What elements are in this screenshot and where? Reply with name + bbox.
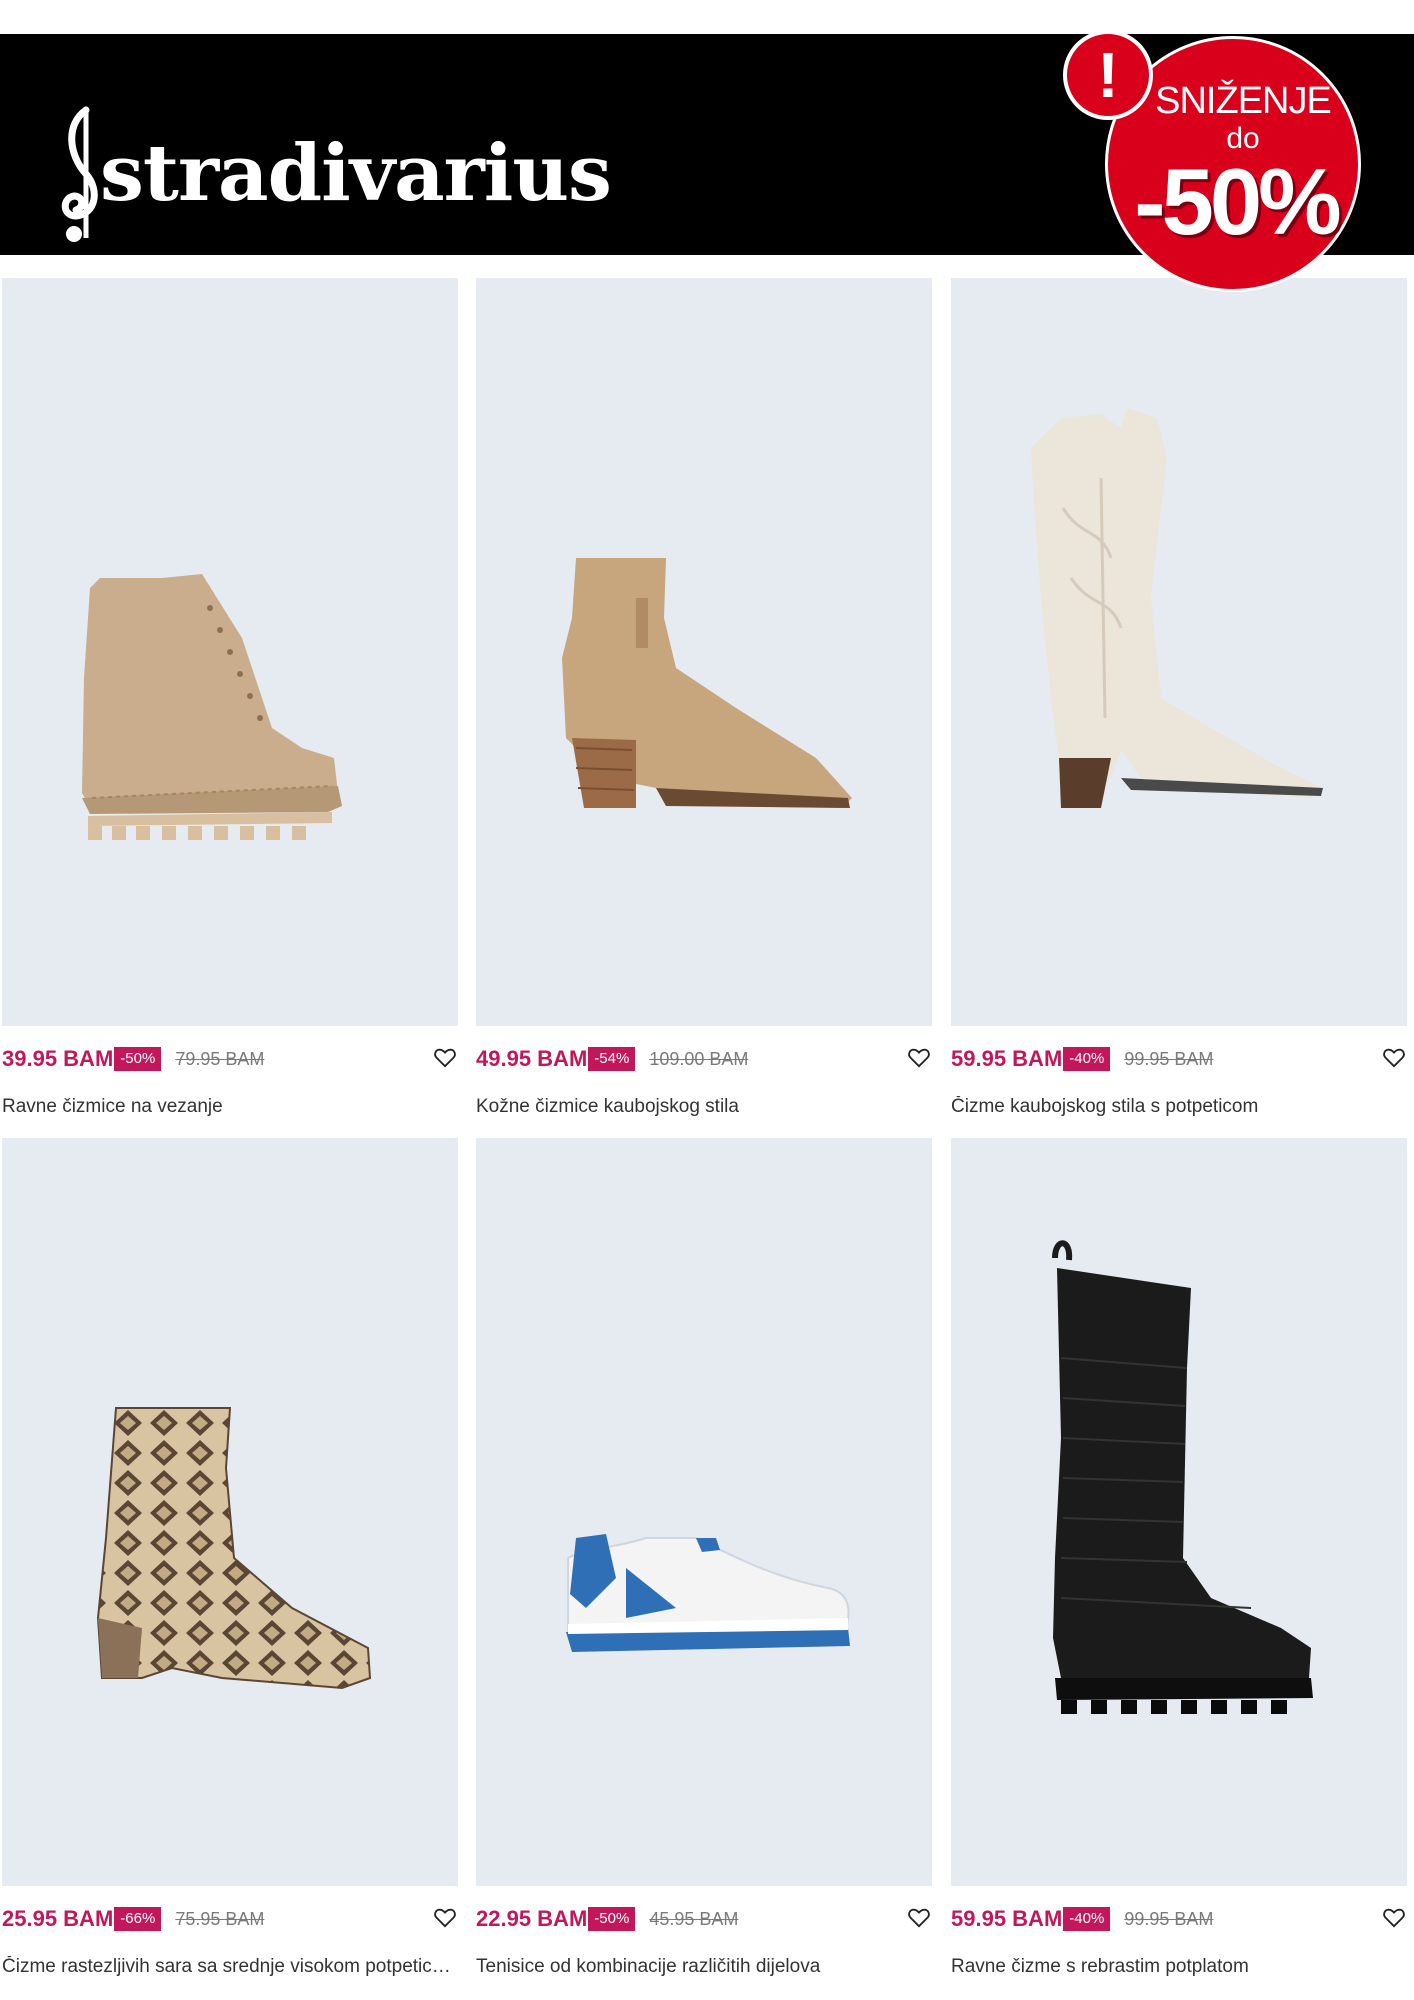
price-row: 25.95 BAM -66% 75.95 BAM — [2, 1904, 458, 1934]
old-price: 79.95 BAM — [175, 1048, 265, 1069]
heart-icon[interactable] — [434, 1048, 456, 1068]
product-name[interactable]: Čizme rastezljivih sara sa srednje visok… — [2, 1956, 458, 1978]
black-croc-knee-boot-icon — [1052, 1240, 1313, 1714]
sale-price: 59.95 BAM — [951, 1906, 1063, 1931]
product-name[interactable]: Kožne čizmice kaubojskog stila — [476, 1096, 932, 1118]
heart-icon[interactable] — [434, 1908, 456, 1928]
old-price: 45.95 BAM — [649, 1908, 739, 1929]
product-name[interactable]: Tenisice od kombinacije različitih dijel… — [476, 1956, 932, 1978]
snake-print-ankle-boot-icon — [96, 1407, 372, 1690]
beige-lace-up-boot-icon — [82, 574, 342, 840]
discount-badge: -50% — [588, 1907, 636, 1931]
heart-icon[interactable] — [908, 1908, 930, 1928]
product-image-tan-cowboy-ankle-boot[interactable] — [476, 278, 932, 1026]
exclamation-icon: ! — [1063, 30, 1153, 120]
sale-price: 59.95 BAM — [951, 1046, 1063, 1071]
price-row: 22.95 BAM -50% 45.95 BAM — [476, 1904, 932, 1934]
discount-badge: -40% — [1063, 1907, 1111, 1931]
sale-price: 22.95 BAM — [476, 1906, 588, 1931]
product-image-snake-print-ankle-boot[interactable] — [2, 1138, 458, 1886]
sale-title: SNIŽENJE — [1155, 80, 1332, 122]
discount-badge: -66% — [114, 1907, 162, 1931]
discount-badge: -54% — [588, 1047, 636, 1071]
price-row: 59.95 BAM -40% 99.95 BAM — [951, 1904, 1407, 1934]
heart-icon[interactable] — [908, 1048, 930, 1068]
heart-icon[interactable] — [1383, 1048, 1405, 1068]
sale-price: 39.95 BAM — [2, 1046, 114, 1071]
old-price: 75.95 BAM — [175, 1908, 265, 1929]
product-name[interactable]: Čizme kaubojskog stila s potpeticom — [951, 1096, 1407, 1118]
old-price: 99.95 BAM — [1124, 1048, 1214, 1069]
discount-badge: -40% — [1063, 1047, 1111, 1071]
price-row: 49.95 BAM -54% 109.00 BAM — [476, 1044, 932, 1074]
product-name[interactable]: Ravne čizmice na vezanje — [2, 1096, 458, 1118]
sale-percent: -50% — [1134, 149, 1341, 254]
white-cowboy-boot-icon — [1031, 408, 1323, 808]
sale-price: 25.95 BAM — [2, 1906, 114, 1931]
old-price: 109.00 BAM — [649, 1048, 749, 1069]
discount-badge: -50% — [114, 1047, 162, 1071]
product-image-white-blue-sneaker[interactable] — [476, 1138, 932, 1886]
old-price: 99.95 BAM — [1124, 1908, 1214, 1929]
sale-badge: ! SNIŽENJE do -50% — [1063, 30, 1365, 296]
sale-price: 49.95 BAM — [476, 1046, 588, 1071]
product-name[interactable]: Ravne čizme s rebrastim potplatom — [951, 1956, 1407, 1978]
tan-cowboy-ankle-boot-icon — [562, 558, 852, 808]
price-row: 39.95 BAM -50% 79.95 BAM — [2, 1044, 458, 1074]
product-grid: 39.95 BAM -50% 79.95 BAM Ravne čizmice n… — [0, 0, 1414, 2000]
product-image-beige-lace-up-boot[interactable] — [2, 278, 458, 1026]
heart-icon[interactable] — [1383, 1908, 1405, 1928]
product-image-white-cowboy-boot[interactable] — [951, 278, 1407, 1026]
product-image-black-croc-knee-boot[interactable] — [951, 1138, 1407, 1886]
price-row: 59.95 BAM -40% 99.95 BAM — [951, 1044, 1407, 1074]
white-blue-sneaker-icon — [566, 1534, 850, 1652]
